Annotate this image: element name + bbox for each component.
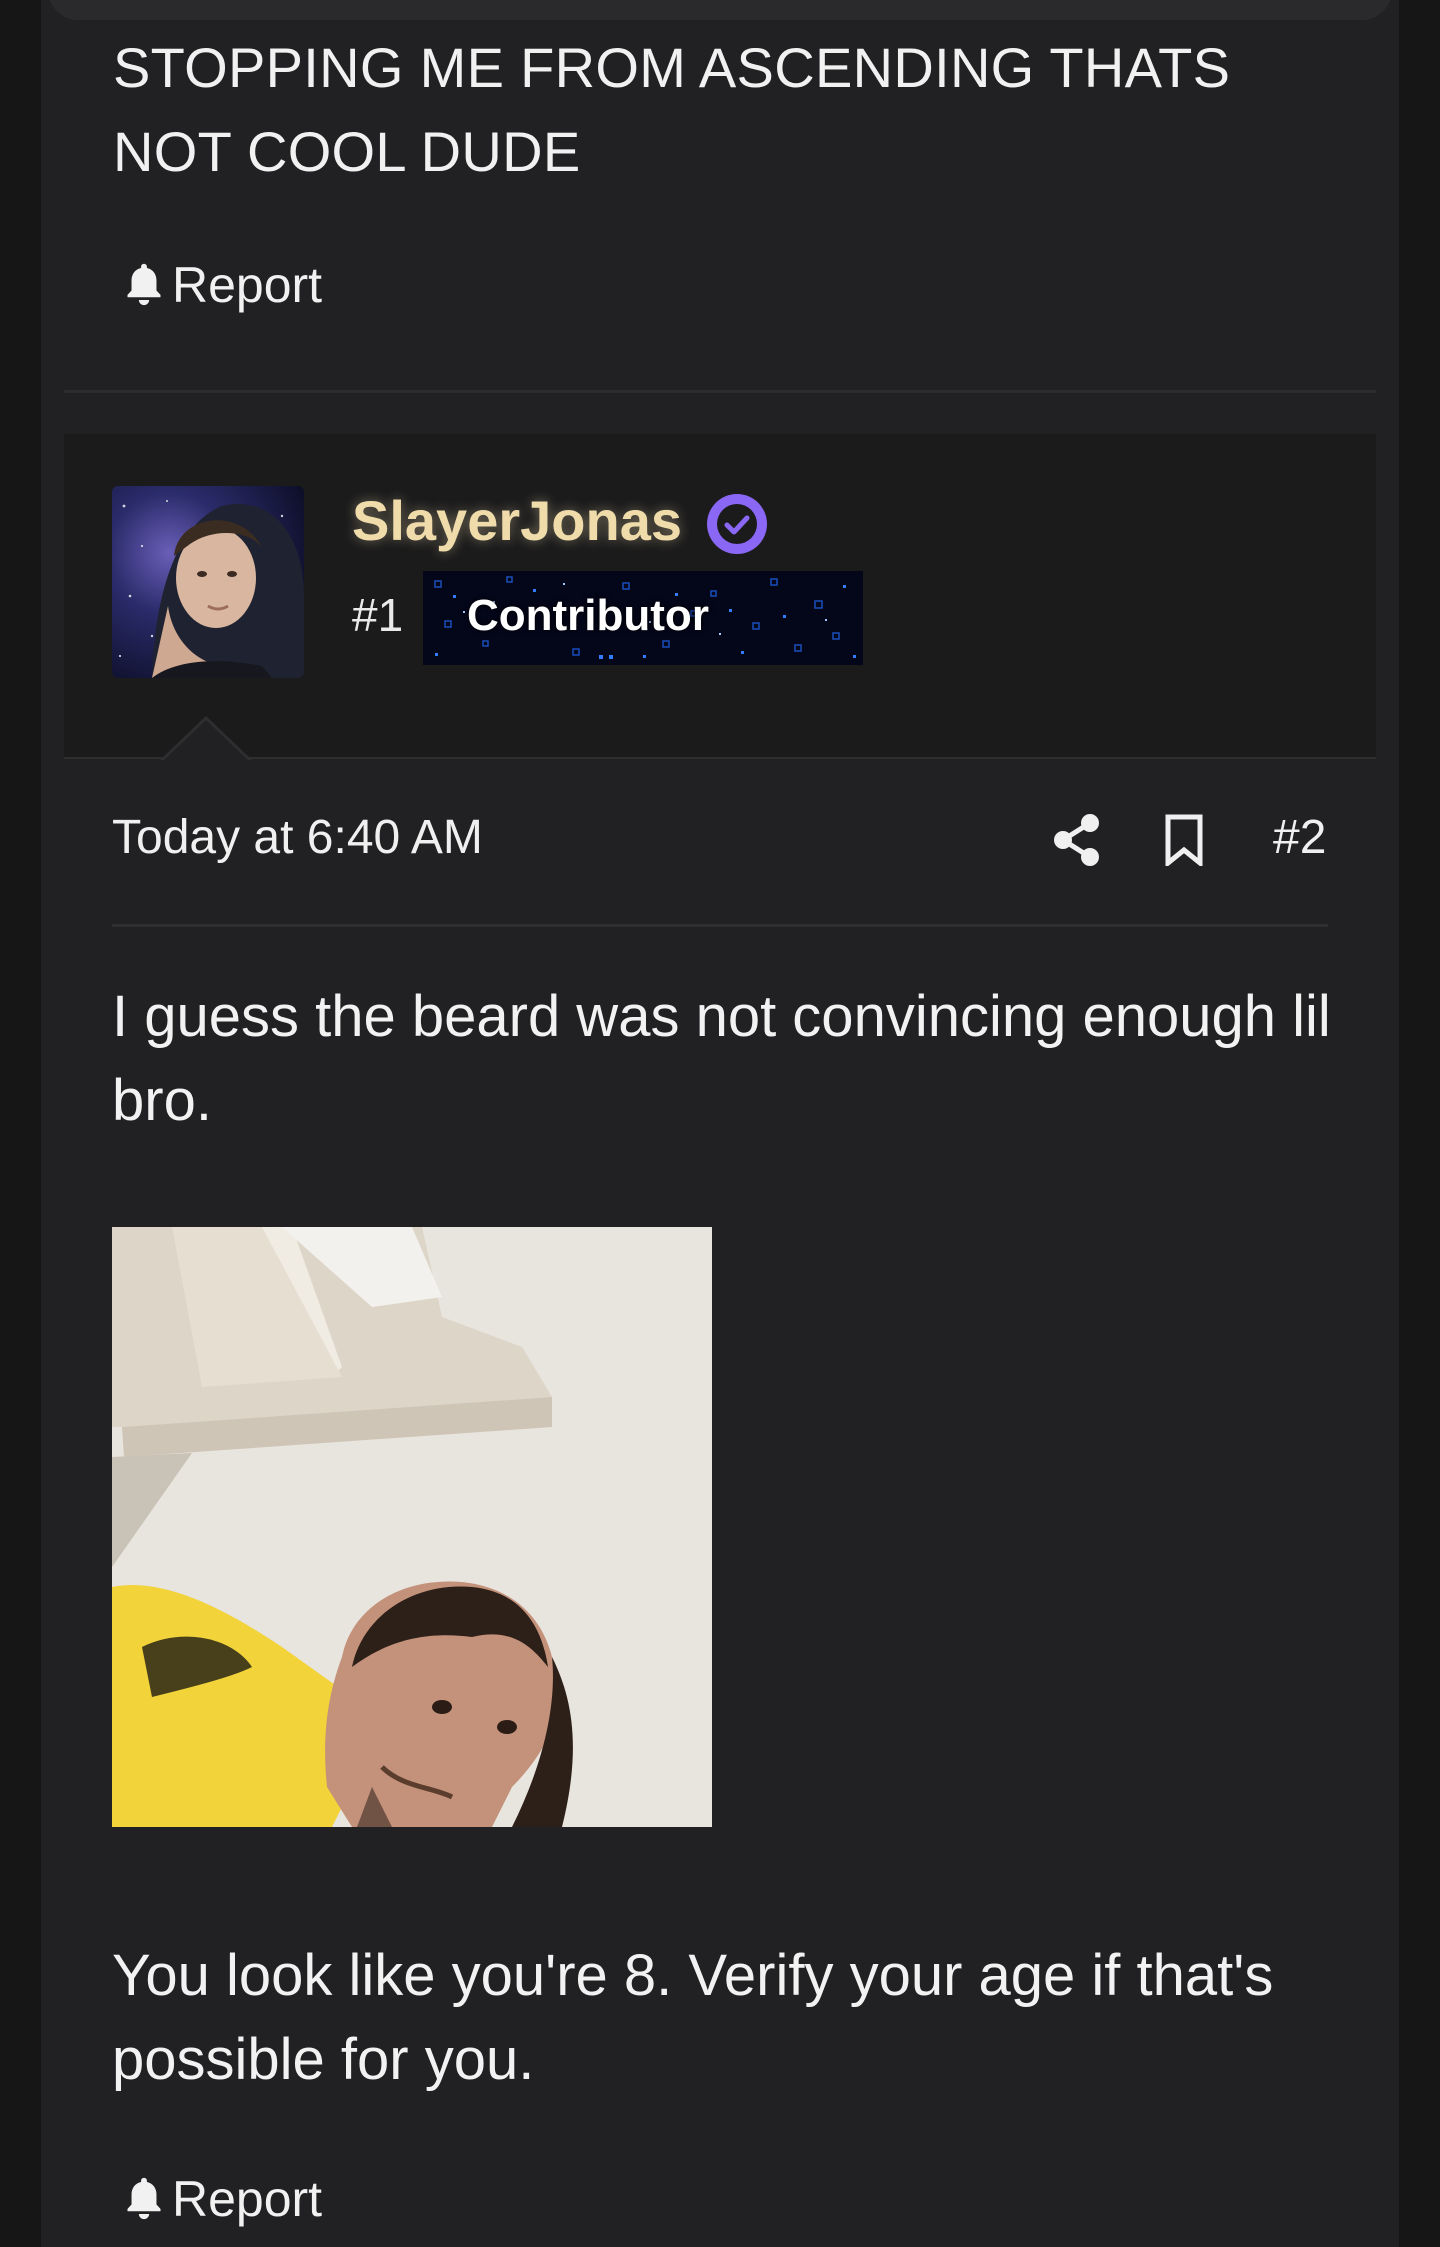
contributor-badge: Contributor xyxy=(423,571,863,665)
previous-post-top-edge xyxy=(48,0,1392,20)
forum-thread-page: STOPPING ME FROM ASCENDING THATS NOT COO… xyxy=(0,0,1440,2247)
report-label: Report xyxy=(172,257,323,313)
share-icon[interactable] xyxy=(1052,812,1102,868)
bell-icon xyxy=(127,2177,161,2220)
contributor-badge-label: Contributor xyxy=(467,591,709,640)
avatar[interactable] xyxy=(112,486,304,678)
user-rank: #1 xyxy=(352,589,404,641)
verified-check-icon xyxy=(707,494,767,554)
user-header-pointer-fill xyxy=(163,720,249,761)
post-paragraph: You look like you're 8. Verify your age … xyxy=(112,1943,1274,2092)
post-report-button[interactable]: Report xyxy=(122,2170,322,2228)
user-header-border xyxy=(64,757,1376,759)
previous-post-text: STOPPING ME FROM ASCENDING THATS NOT COO… xyxy=(113,36,1231,183)
previous-post-report-button[interactable]: Report xyxy=(122,256,322,314)
post-divider xyxy=(64,390,1376,393)
report-label: Report xyxy=(172,2171,323,2227)
post-photo[interactable] xyxy=(112,1227,712,1827)
post-paragraph: I guess the beard was not convincing eno… xyxy=(112,984,1331,1133)
bookmark-icon[interactable] xyxy=(1164,814,1204,866)
bell-icon xyxy=(127,263,161,306)
post-timestamp[interactable]: Today at 6:40 AM xyxy=(112,810,483,865)
post-meta-divider xyxy=(112,924,1328,927)
post-number-link[interactable]: #2 xyxy=(1273,810,1326,865)
username[interactable]: SlayerJonas xyxy=(352,488,682,553)
